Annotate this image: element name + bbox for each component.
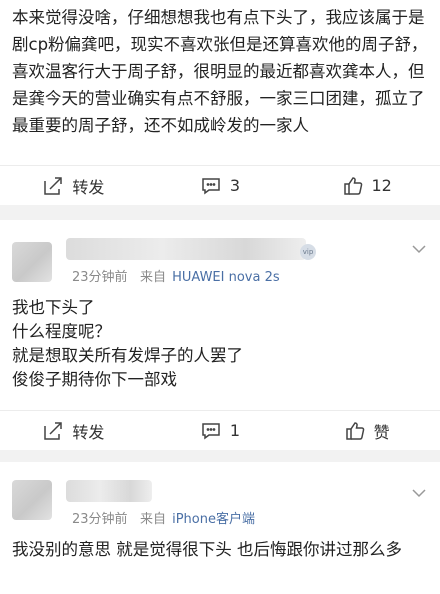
avatar[interactable]	[12, 480, 52, 520]
comment-card-2: 23分钟前 来自 iPhone客户端 我没别的意思 就是觉得很下头 也后悔跟你讲…	[0, 462, 440, 594]
avatar[interactable]	[12, 242, 52, 282]
source-prefix: 来自	[139, 270, 166, 285]
post-time: 23分钟前	[72, 270, 128, 285]
like-button[interactable]: 12	[293, 166, 440, 205]
comment-header: vip 23分钟前 来自 HUAWEI nova 2s	[0, 220, 440, 290]
comment-icon	[200, 175, 222, 197]
source-device[interactable]: iPhone客户端	[172, 512, 255, 527]
chevron-down-icon[interactable]	[410, 240, 428, 258]
repost-icon	[42, 420, 64, 442]
comment-icon	[200, 420, 222, 442]
comment-line: 我也下头了	[12, 298, 95, 317]
vip-badge-icon: vip	[300, 244, 316, 260]
username-blurred[interactable]	[66, 238, 306, 260]
comment-button[interactable]: 1	[147, 411, 294, 450]
repost-icon	[42, 175, 64, 197]
comment-line: 什么程度呢？	[12, 322, 111, 341]
comment-count: 3	[229, 176, 241, 195]
like-count: 12	[371, 176, 392, 195]
like-label: 赞	[373, 422, 390, 442]
like-button[interactable]: 赞	[293, 411, 440, 450]
comment-line: 就是想取关所有发焊子的人罢了	[12, 346, 243, 365]
repost-label: 转发	[72, 422, 105, 442]
comment-meta: 23分钟前 来自 HUAWEI nova 2s	[72, 266, 280, 285]
comment-count: 1	[229, 421, 241, 440]
post-card-1: 本来觉得没啥，仔细想想我也有点下头了，我应该属于是剧cp粉偏龚吧，现实不喜欢张但…	[0, 0, 440, 205]
repost-button[interactable]: 转发	[0, 166, 147, 205]
comment-card-1: vip 23分钟前 来自 HUAWEI nova 2s 我也下头了 什么程度呢？…	[0, 220, 440, 450]
like-icon	[342, 175, 364, 197]
comment-header: 23分钟前 来自 iPhone客户端	[0, 462, 440, 532]
comment-button[interactable]: 3	[147, 166, 294, 205]
comment-text: 我也下头了 什么程度呢？ 就是想取关所有发焊子的人罢了 俊俊子期待你下一部戏	[0, 296, 440, 392]
comment-line: 俊俊子期待你下一部戏	[12, 370, 177, 389]
repost-label: 转发	[72, 177, 105, 197]
source-device[interactable]: HUAWEI nova 2s	[172, 270, 280, 285]
chevron-down-icon[interactable]	[410, 484, 428, 502]
comment-meta: 23分钟前 来自 iPhone客户端	[72, 508, 255, 527]
comment-text: 我没别的意思 就是觉得很下头 也后悔跟你讲过那么多	[12, 540, 402, 559]
like-icon	[344, 420, 366, 442]
post-time: 23分钟前	[72, 512, 128, 527]
post-text: 本来觉得没啥，仔细想想我也有点下头了，我应该属于是剧cp粉偏龚吧，现实不喜欢张但…	[12, 8, 428, 135]
source-prefix: 来自	[139, 512, 166, 527]
username-blurred[interactable]	[66, 480, 152, 502]
action-bar: 转发 1 赞	[0, 410, 440, 450]
action-bar: 转发 3 12	[0, 165, 440, 205]
repost-button[interactable]: 转发	[0, 411, 147, 450]
